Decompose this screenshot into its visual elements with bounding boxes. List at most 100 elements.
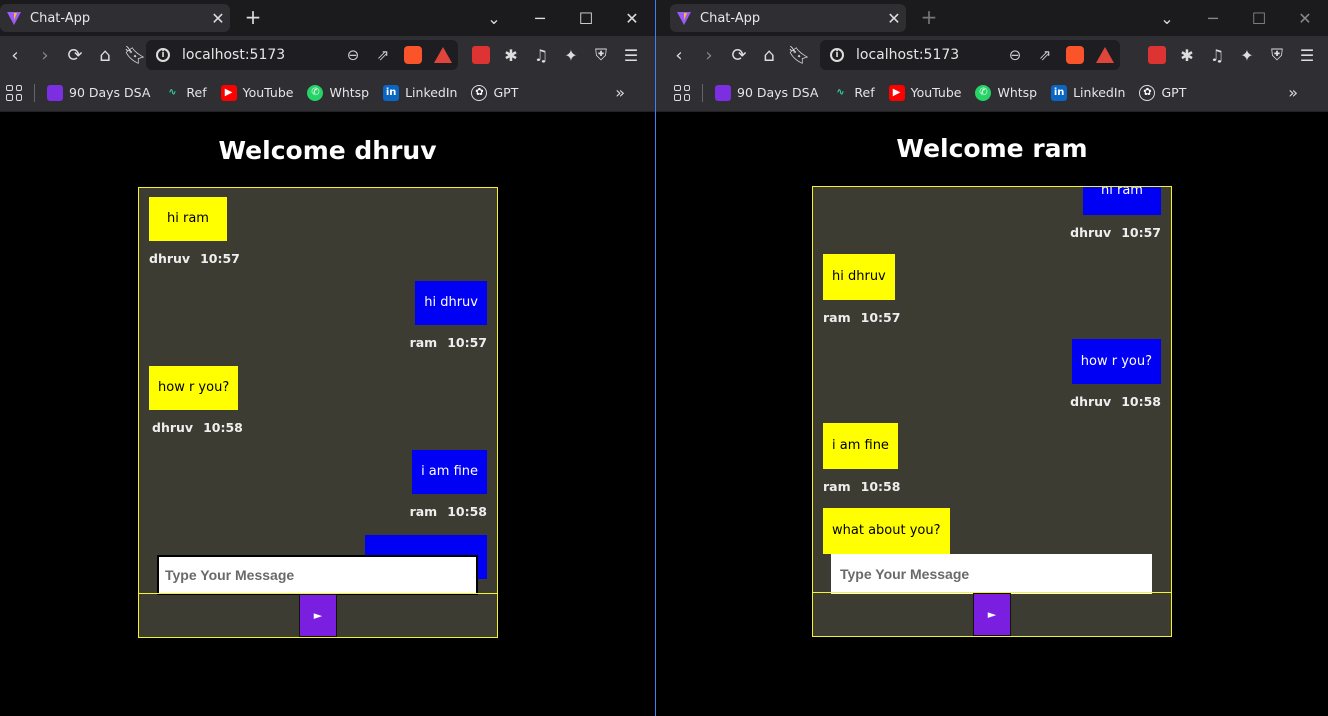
menu-icon[interactable]: ☰ xyxy=(616,40,646,70)
send-button[interactable]: ► xyxy=(973,593,1011,636)
bookmark-90-days-dsa[interactable]: 90 Days DSA xyxy=(715,84,818,101)
minimize-icon[interactable]: ─ xyxy=(1190,9,1236,28)
send-bar: ► xyxy=(813,592,1171,636)
message-time: 10:57 xyxy=(860,310,901,325)
brave-rewards-icon[interactable] xyxy=(434,47,452,63)
message-user: ram xyxy=(409,504,438,519)
browser-window-dhruv: Chat-App ✕ + ⌄ ─ ☐ ✕ ‹ › ⟳ ⌂ 🔖︎ i localh… xyxy=(0,0,655,716)
sparkle-icon[interactable]: ✦ xyxy=(556,40,586,70)
bookmark-whtsp[interactable]: ✆ Whtsp xyxy=(307,84,369,101)
tab-list-chevron-icon[interactable]: ⌄ xyxy=(471,9,517,28)
close-tab-icon[interactable]: ✕ xyxy=(206,9,230,28)
message-time: 10:57 xyxy=(1121,225,1161,240)
maximize-icon[interactable]: ☐ xyxy=(1236,9,1282,28)
back-icon[interactable]: ‹ xyxy=(664,40,694,70)
message-list[interactable]: hi ram dhruv 10:57 hi dhruv ram 10:57 how … xyxy=(139,188,497,593)
whatsapp-icon: ✆ xyxy=(307,84,324,101)
bookmark-90-days-dsa[interactable]: 90 Days DSA xyxy=(47,84,150,101)
message-time: 10:57 xyxy=(200,251,240,266)
address-bar[interactable]: i localhost:5173 ⊖ ⇗ xyxy=(820,40,1120,70)
share-icon[interactable]: ⇗ xyxy=(368,46,398,64)
back-icon[interactable]: ‹ xyxy=(0,40,30,70)
home-icon[interactable]: ⌂ xyxy=(90,40,120,70)
message-time: 10:57 xyxy=(447,335,487,350)
sparkle-icon[interactable]: ✦ xyxy=(1232,40,1262,70)
minimize-icon[interactable]: ─ xyxy=(517,9,563,28)
share-icon[interactable]: ⇗ xyxy=(1030,46,1060,64)
message-bubble: how r you? xyxy=(149,366,239,410)
forward-icon[interactable]: › xyxy=(30,40,60,70)
bookmark-youtube[interactable]: ▶ YouTube xyxy=(888,84,961,101)
maximize-icon[interactable]: ☐ xyxy=(563,9,609,28)
reload-icon[interactable]: ⟳ xyxy=(60,40,90,70)
divider xyxy=(702,83,703,102)
vpn-shield-icon[interactable]: ⛨ xyxy=(586,40,616,70)
message-meta: dhruv 10:58 xyxy=(152,420,243,435)
address-bar[interactable]: i localhost:5173 ⊖ ⇗ xyxy=(146,40,458,70)
menu-icon[interactable]: ☰ xyxy=(1292,40,1322,70)
music-icon[interactable]: ♫ xyxy=(1202,40,1232,70)
new-tab-button[interactable]: + xyxy=(918,6,940,28)
bookmark-ref[interactable]: ∿ Ref xyxy=(164,85,206,101)
openai-icon: ✿ xyxy=(471,84,488,101)
more-bookmarks-icon[interactable]: » xyxy=(1288,83,1298,102)
message-input[interactable] xyxy=(159,557,476,593)
message-bubble: hi ram xyxy=(1083,187,1161,215)
reload-icon[interactable]: ⟳ xyxy=(724,40,754,70)
tab-list-chevron-icon[interactable]: ⌄ xyxy=(1144,9,1190,28)
home-icon[interactable]: ⌂ xyxy=(754,40,784,70)
close-tab-icon[interactable]: ✕ xyxy=(882,9,906,28)
message-user: dhruv xyxy=(149,251,191,266)
new-tab-button[interactable]: + xyxy=(242,6,264,28)
bookmark-youtube[interactable]: ▶ YouTube xyxy=(220,84,293,101)
message-user: dhruv xyxy=(1070,394,1112,409)
brave-shields-icon[interactable] xyxy=(1066,46,1084,64)
close-window-icon[interactable]: ✕ xyxy=(1282,9,1328,28)
apps-grid-icon[interactable] xyxy=(6,84,22,101)
message-meta: ram 10:57 xyxy=(410,335,487,350)
bookmark-icon[interactable]: 🔖︎ xyxy=(784,40,814,70)
message-item: how r you? dhruv 10:58 xyxy=(1070,339,1161,409)
message-meta: dhruv 10:58 xyxy=(1070,394,1161,409)
zoom-icon[interactable]: ⊖ xyxy=(1000,46,1030,64)
toolbar-extensions: ✱ ♫ ✦ ⛨ ☰ xyxy=(1142,40,1322,70)
brave-rewards-icon[interactable] xyxy=(1096,47,1114,63)
message-input-wrapper xyxy=(831,554,1152,594)
message-list[interactable]: hi ram dhruv 10:57 hi dhruv ram 10:57 how … xyxy=(813,187,1171,592)
site-info-icon[interactable]: i xyxy=(156,48,170,62)
music-icon[interactable]: ♫ xyxy=(526,40,556,70)
puzzle-icon[interactable]: ✱ xyxy=(1172,40,1202,70)
zoom-icon[interactable]: ⊖ xyxy=(338,46,368,64)
vpn-shield-icon[interactable]: ⛨ xyxy=(1262,40,1292,70)
message-bubble: i am fine xyxy=(412,450,487,494)
extension-icon[interactable] xyxy=(466,40,496,70)
brave-shields-icon[interactable] xyxy=(404,46,422,64)
bookmark-linkedin[interactable]: in LinkedIn xyxy=(383,84,457,101)
bookmark-gpt[interactable]: ✿ GPT xyxy=(1139,84,1186,101)
close-window-icon[interactable]: ✕ xyxy=(609,9,655,28)
bookmark-whtsp[interactable]: ✆ Whtsp xyxy=(975,84,1037,101)
message-item: hi ram dhruv 10:57 xyxy=(149,197,240,266)
send-button[interactable]: ► xyxy=(299,594,337,637)
message-input-wrapper xyxy=(157,555,478,595)
message-bubble: hi dhruv xyxy=(823,254,895,300)
message-input[interactable] xyxy=(832,555,1151,593)
bookmark-ref[interactable]: ∿ Ref xyxy=(832,85,874,101)
message-bubble: how r you? xyxy=(1071,339,1161,384)
more-bookmarks-icon[interactable]: » xyxy=(615,83,625,102)
linkedin-icon: in xyxy=(1051,84,1068,101)
leetcode-icon: ∿ xyxy=(168,87,177,98)
puzzle-icon[interactable]: ✱ xyxy=(496,40,526,70)
site-info-icon[interactable]: i xyxy=(830,48,844,62)
youtube-icon: ▶ xyxy=(888,84,905,101)
url-text: localhost:5173 xyxy=(182,47,286,63)
bookmark-linkedin[interactable]: in LinkedIn xyxy=(1051,84,1125,101)
tab-chat-app[interactable]: Chat-App ✕ xyxy=(670,4,906,32)
vite-icon xyxy=(7,12,21,25)
forward-icon[interactable]: › xyxy=(694,40,724,70)
apps-grid-icon[interactable] xyxy=(674,84,690,101)
bookmark-gpt[interactable]: ✿ GPT xyxy=(471,84,518,101)
tab-chat-app[interactable]: Chat-App ✕ xyxy=(0,4,230,32)
message-bubble: what about you? xyxy=(823,508,950,554)
extension-icon[interactable] xyxy=(1142,40,1172,70)
